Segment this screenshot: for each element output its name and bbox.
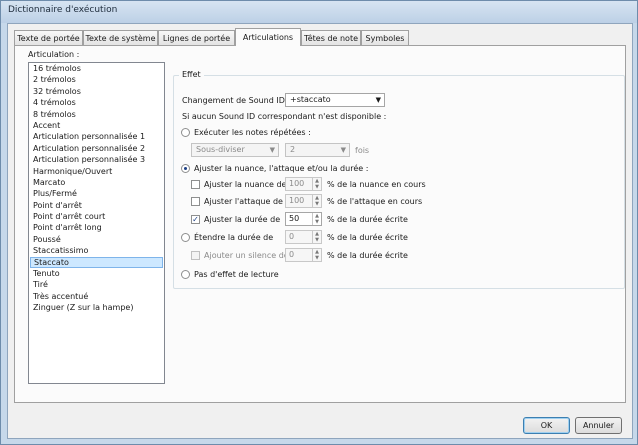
adjust-dynamic-label: Ajuster la nuance de	[204, 180, 287, 189]
list-item[interactable]: Articulation personnalisée 1	[29, 131, 164, 142]
list-item[interactable]: Très accentué	[29, 291, 164, 302]
subdivide-value: Sous-diviser	[196, 145, 245, 154]
add-silence-suffix: % de la durée écrite	[327, 251, 408, 260]
dialog-window: Dictionnaire d'exécution Texte de portée…	[0, 0, 638, 445]
ok-button[interactable]: OK	[523, 417, 570, 434]
list-item[interactable]: Poussé	[29, 234, 164, 245]
chevron-down-icon: ▼	[340, 146, 346, 154]
chevron-down-icon: ▼	[269, 146, 275, 154]
adjust-dynamic-suffix: % de la nuance en cours	[327, 180, 426, 189]
title-bar[interactable]: Dictionnaire d'exécution	[1, 1, 637, 23]
list-item[interactable]: Articulation personnalisée 2	[29, 143, 164, 154]
list-item[interactable]: 16 trémolos	[29, 63, 164, 74]
adjust-dynamic-value: 100	[289, 179, 305, 188]
list-item[interactable]: 4 trémolos	[29, 97, 164, 108]
list-item[interactable]: Harmonique/Ouvert	[29, 166, 164, 177]
extend-duration-radio[interactable]	[181, 233, 190, 242]
adjust-attack-value: 100	[289, 196, 305, 205]
adjust-duration-label: Ajuster la durée de	[204, 215, 281, 224]
list-item[interactable]: Marcato	[29, 177, 164, 188]
adjust-attack-label: Ajuster l'attaque de	[204, 197, 283, 206]
articulation-list-label: Articulation :	[28, 50, 80, 59]
spinner-arrows-icon[interactable]: ▲ ▼	[312, 213, 321, 225]
repeat-notes-radio[interactable]	[181, 128, 190, 137]
tab-texte-de-systeme[interactable]: Texte de système	[83, 30, 158, 45]
extend-duration-spinner[interactable]: 0 ▲ ▼	[285, 230, 322, 244]
list-item[interactable]: Point d'arrêt long	[29, 222, 164, 233]
spinner-arrows-icon[interactable]: ▲ ▼	[312, 178, 321, 190]
subdivide-dropdown[interactable]: Sous-diviser ▼	[191, 143, 279, 157]
adjust-duration-value: 50	[289, 214, 300, 223]
list-item[interactable]: Accent	[29, 120, 164, 131]
spinner-arrows-icon[interactable]: ▲ ▼	[312, 249, 321, 261]
spinner-arrows-icon[interactable]: ▲ ▼	[312, 195, 321, 207]
extend-duration-value: 0	[289, 232, 295, 241]
add-silence-checkbox[interactable]	[191, 251, 200, 260]
list-item[interactable]: Articulation personnalisée 3	[29, 154, 164, 165]
articulation-list[interactable]: 16 trémolos 2 trémolos 32 trémolos 4 trémol…	[28, 62, 165, 384]
fallback-label: Si aucun Sound ID correspondant n'est di…	[182, 112, 387, 121]
times-suffix: fois	[355, 146, 370, 155]
times-dropdown[interactable]: 2 ▼	[285, 143, 350, 157]
sound-id-label: Changement de Sound ID :	[182, 96, 291, 105]
sound-id-value: +staccato	[290, 95, 331, 104]
list-item[interactable]: Point d'arrêt	[29, 200, 164, 211]
adjust-attack-spinner[interactable]: 100 ▲ ▼	[285, 194, 322, 208]
list-item[interactable]: Zinguer (Z sur la hampe)	[29, 302, 164, 313]
tab-texte-de-portee[interactable]: Texte de portée	[14, 30, 83, 45]
list-item[interactable]: 32 trémolos	[29, 86, 164, 97]
list-item[interactable]: Tenuto	[29, 268, 164, 279]
tab-panel: Articulation : 16 trémolos 2 trémolos 32 t…	[14, 45, 626, 403]
add-silence-spinner[interactable]: 0 ▲ ▼	[285, 248, 322, 262]
adjust-label: Ajuster la nuance, l'attaque et/ou la du…	[194, 164, 369, 173]
sound-id-dropdown[interactable]: +staccato ▼	[285, 93, 385, 107]
repeat-notes-label: Exécuter les notes répétées :	[194, 128, 311, 137]
tab-articulations[interactable]: Articulations	[235, 28, 301, 46]
chevron-down-icon: ▼	[375, 96, 381, 104]
no-playback-radio[interactable]	[181, 270, 190, 279]
adjust-dynamic-checkbox[interactable]	[191, 180, 200, 189]
list-item[interactable]: 8 trémolos	[29, 109, 164, 120]
tab-symboles[interactable]: Symboles	[361, 30, 409, 45]
tab-lignes-de-portee[interactable]: Lignes de portée	[158, 30, 235, 45]
extend-duration-suffix: % de la durée écrite	[327, 233, 408, 242]
adjust-duration-suffix: % de la durée écrite	[327, 215, 408, 224]
add-silence-label: Ajouter un silence de	[204, 251, 289, 260]
list-item[interactable]: Staccato	[30, 256, 163, 269]
list-item[interactable]: Staccatissimo	[29, 245, 164, 256]
adjust-duration-checkbox[interactable]: ✓	[191, 215, 200, 224]
dialog-body: Texte de portée Texte de système Lignes …	[7, 23, 633, 439]
extend-duration-label: Étendre la durée de	[194, 233, 274, 242]
no-playback-label: Pas d'effet de lecture	[194, 270, 279, 279]
add-silence-value: 0	[289, 250, 295, 259]
times-value: 2	[290, 145, 296, 154]
list-item[interactable]: Tiré	[29, 279, 164, 290]
adjust-radio[interactable]	[181, 164, 190, 173]
adjust-attack-suffix: % de l'attaque en cours	[327, 197, 423, 206]
window-title: Dictionnaire d'exécution	[8, 5, 118, 15]
list-item[interactable]: Plus/Fermé	[29, 188, 164, 199]
adjust-duration-spinner[interactable]: 50 ▲ ▼	[285, 212, 322, 226]
effect-legend: Effet	[179, 70, 204, 79]
list-item[interactable]: 2 trémolos	[29, 74, 164, 85]
adjust-dynamic-spinner[interactable]: 100 ▲ ▼	[285, 177, 322, 191]
list-item[interactable]: Point d'arrêt court	[29, 211, 164, 222]
adjust-attack-checkbox[interactable]	[191, 197, 200, 206]
tab-tetes-de-note[interactable]: Têtes de note	[301, 30, 361, 45]
cancel-button[interactable]: Annuler	[575, 417, 622, 434]
spinner-arrows-icon[interactable]: ▲ ▼	[312, 231, 321, 243]
